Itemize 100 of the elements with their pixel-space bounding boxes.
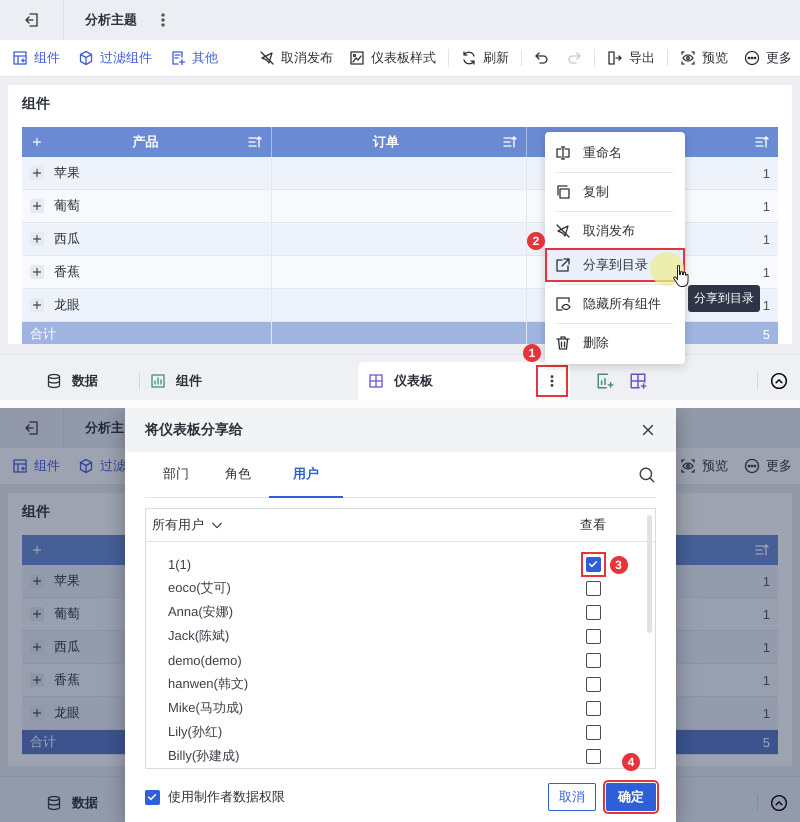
checkbox[interactable] (586, 580, 600, 596)
toolbar-button[interactable]: 仪表板样式 (349, 49, 436, 67)
checkbox[interactable] (586, 700, 600, 716)
menu-item[interactable]: 隐藏所有组件 (545, 287, 685, 321)
toolbar-button[interactable]: 组件 (12, 49, 60, 67)
search-button[interactable] (638, 466, 656, 484)
chart-icon (150, 373, 166, 389)
toolbar-button[interactable]: 预览 (680, 49, 728, 67)
sort-icon (754, 542, 770, 558)
refresh-icon (461, 50, 477, 66)
tooltip: 分享到目录 (688, 285, 760, 312)
table-cell: 1 (762, 166, 770, 180)
confirm-button[interactable]: 确定 (606, 783, 656, 811)
redo-icon (566, 50, 582, 66)
add-document-icon (170, 50, 186, 66)
table-cell: 龙眼 (54, 296, 80, 314)
cube-icon (78, 458, 94, 474)
total-value: 5 (762, 326, 770, 342)
expand-icon (30, 298, 44, 312)
database-icon (46, 373, 62, 389)
add-widget-icon (12, 50, 28, 66)
database-icon (46, 795, 62, 811)
table-cell: 1 (762, 232, 770, 246)
toolbar-button[interactable]: 更多 (744, 457, 792, 475)
table-cell: 龙眼 (54, 704, 80, 722)
toolbar-button[interactable]: 组件 (12, 457, 60, 475)
more-icon (744, 50, 760, 66)
table-cell: 葡萄 (54, 197, 80, 215)
checkbox[interactable] (586, 556, 600, 572)
toolbar-button[interactable]: 过滤组件 (78, 49, 152, 67)
add-grid-button[interactable] (629, 372, 647, 390)
add-chart-icon (596, 372, 614, 390)
more-button[interactable] (538, 367, 566, 395)
collapse-button[interactable] (770, 794, 788, 812)
unpublish-icon (555, 223, 571, 239)
cancel-button[interactable]: 取消 (548, 783, 596, 811)
menu-item[interactable]: 取消发布 (545, 214, 685, 248)
expand-icon (30, 543, 44, 557)
page-title: 分析主题 (84, 11, 137, 29)
exit-icon (24, 12, 40, 28)
rename-icon (555, 145, 571, 161)
column-header: 查看 (579, 516, 607, 534)
close-button[interactable] (640, 422, 656, 438)
expand-icon (30, 706, 44, 720)
expand-icon (30, 199, 44, 213)
bottom-tab[interactable]: 组件 (140, 362, 358, 400)
user-name: hanwen(韩文) (167, 675, 250, 693)
table-cell: 1 (762, 198, 770, 214)
checkbox[interactable] (145, 790, 160, 804)
table-cell: 葡萄 (54, 605, 80, 623)
user-name: demo(demo) (167, 652, 243, 668)
preview-icon (680, 50, 696, 66)
tab[interactable]: 角色 (207, 452, 269, 498)
menu-item[interactable]: 删除 (545, 326, 685, 360)
checkbox[interactable] (586, 676, 600, 692)
expand-icon (30, 232, 44, 246)
bottom-tab[interactable]: 仪表板 (358, 362, 570, 400)
expand-icon (30, 607, 44, 621)
tab[interactable]: 用户 (269, 452, 343, 498)
unpublish-icon (259, 50, 275, 66)
expand-icon (30, 574, 44, 588)
checkbox-label: 使用制作者数据权限 (168, 788, 285, 806)
menu-item[interactable]: 复制 (545, 175, 685, 209)
checkbox[interactable] (586, 628, 600, 644)
checkbox[interactable] (586, 748, 600, 764)
user-name: 1(1) (167, 556, 192, 572)
search-icon (638, 466, 656, 484)
toolbar-button[interactable]: 预览 (680, 457, 728, 475)
table-cell: 1 (762, 574, 770, 588)
table-cell: 1 (762, 264, 770, 280)
undo-button[interactable] (534, 50, 550, 66)
toolbar-button[interactable]: 刷新 (461, 49, 509, 67)
checkbox[interactable] (586, 604, 600, 620)
cube-icon (78, 50, 94, 66)
toolbar-button[interactable]: 其他 (170, 49, 218, 67)
checkbox[interactable] (586, 652, 600, 668)
copy-icon (555, 184, 571, 200)
user-filter-dropdown[interactable]: 所有用户 (146, 515, 549, 535)
undo-icon (534, 50, 550, 66)
table-cell: 1 (762, 298, 770, 312)
toolbar-button[interactable]: 导出 (607, 49, 655, 67)
step-badge: 4 (622, 753, 640, 771)
menu-item[interactable]: 重命名 (545, 136, 685, 170)
collapse-button[interactable] (770, 372, 788, 390)
card-title: 组件 (22, 95, 51, 113)
toolbar-button[interactable]: 更多 (744, 49, 792, 67)
collapse-icon (770, 372, 788, 390)
bottom-tab[interactable]: 数据 (0, 362, 140, 400)
user-name: Jack(陈斌) (167, 627, 230, 645)
add-chart-button[interactable] (596, 372, 614, 390)
user-name: Mike(马功成) (167, 699, 244, 717)
scrollbar[interactable] (647, 515, 652, 633)
checkbox[interactable] (586, 724, 600, 740)
table-cell: 西瓜 (54, 230, 80, 248)
tab[interactable]: 部门 (145, 452, 207, 498)
table-cell: 1 (762, 606, 770, 622)
table-cell: 苹果 (54, 164, 80, 182)
close-icon (640, 422, 656, 438)
toolbar-button[interactable]: 取消发布 (259, 49, 333, 67)
total-label: 合计 (30, 733, 56, 751)
